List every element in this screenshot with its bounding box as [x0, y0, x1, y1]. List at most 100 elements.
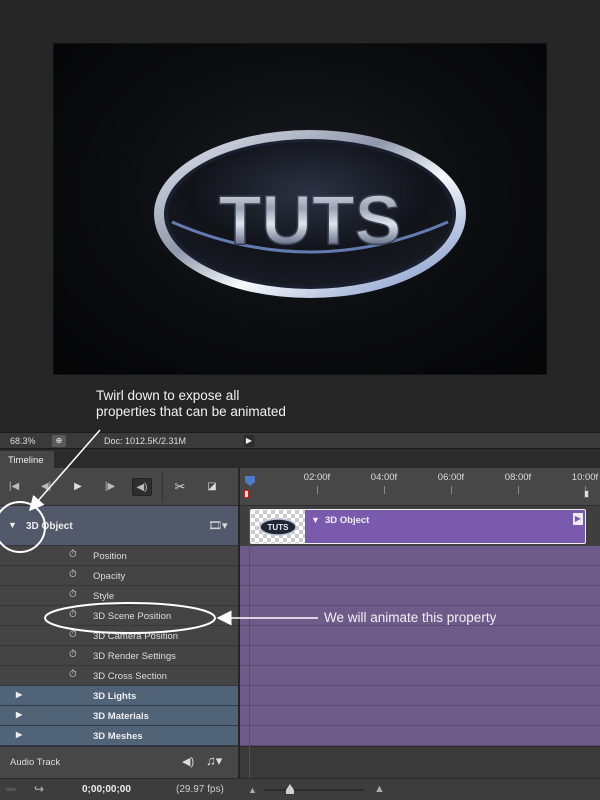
- group-rows: ▶ 3D Lights ▶ 3D Materials ▶ 3D Meshes: [0, 686, 238, 746]
- property-track-row[interactable]: [240, 626, 600, 646]
- zoom-out-icon[interactable]: ▲: [248, 785, 257, 795]
- current-timecode[interactable]: 0;00;00;00: [82, 784, 131, 795]
- status-bar: 68.3% ⊕ Doc: 1012.5K/2.31M ▶: [0, 432, 600, 448]
- group-row[interactable]: ▶ 3D Lights: [0, 686, 238, 706]
- stopwatch-icon[interactable]: ⏱: [69, 589, 77, 600]
- music-note-icon[interactable]: ♫▾: [206, 753, 222, 769]
- play-icon[interactable]: ▶: [68, 478, 88, 496]
- audio-icon[interactable]: ◀): [132, 478, 152, 496]
- stopwatch-icon[interactable]: ⏱: [69, 649, 77, 660]
- time-ruler[interactable]: 02:00f 04:00f 06:00f 08:00f 10:00f: [240, 468, 600, 506]
- document-canvas[interactable]: TUTS: [54, 44, 546, 374]
- property-row[interactable]: ⏱ Style: [0, 586, 238, 606]
- property-row[interactable]: ⏱ 3D Scene Position: [0, 606, 238, 626]
- property-row[interactable]: ⏱ Position: [0, 546, 238, 566]
- twirl-annotation: Twirl down to expose all properties that…: [96, 388, 286, 420]
- animate-annotation: We will animate this property: [324, 610, 497, 625]
- work-area-start-handle[interactable]: [244, 490, 249, 498]
- property-row[interactable]: ⏱ 3D Camera Position: [0, 626, 238, 646]
- group-label: 3D Lights: [93, 691, 137, 702]
- twirl-annotation-line2: properties that can be animated: [96, 404, 286, 419]
- zoom-level[interactable]: 68.3%: [0, 436, 42, 446]
- zoom-slider-track[interactable]: [264, 789, 364, 791]
- property-track-row[interactable]: [240, 586, 600, 606]
- layer-rows: ▼ 3D Object 🎞▾ ⏱ Position ⏱ Opacity ⏱ Style ⏱ 3…: [0, 506, 238, 778]
- render-icon[interactable]: ↪: [34, 782, 44, 796]
- timeline-panel-header: Timeline: [0, 448, 600, 469]
- property-label: 3D Scene Position: [93, 611, 172, 622]
- playhead-icon[interactable]: [245, 476, 255, 486]
- twirl-right-icon[interactable]: ▶: [16, 690, 22, 699]
- property-track-row[interactable]: [240, 566, 600, 586]
- previous-frame-icon[interactable]: ◀|: [36, 478, 56, 496]
- property-track-row[interactable]: [240, 706, 600, 726]
- property-rows: ⏱ Position ⏱ Opacity ⏱ Style ⏱ 3D Scene Positio…: [0, 546, 238, 686]
- stopwatch-icon[interactable]: ⏱: [69, 629, 77, 640]
- property-row[interactable]: ⏱ 3D Cross Section: [0, 666, 238, 686]
- property-label: Opacity: [93, 571, 126, 582]
- group-row[interactable]: ▶ 3D Materials: [0, 706, 238, 726]
- track-rows: TUTS ▼ 3D Object ▶: [240, 506, 600, 778]
- scissors-icon[interactable]: ✂: [170, 478, 190, 496]
- property-label: 3D Render Settings: [93, 651, 176, 662]
- ruler-tick: [384, 486, 385, 494]
- tab-timeline[interactable]: Timeline: [0, 451, 54, 469]
- twirl-right-icon[interactable]: ▶: [16, 710, 22, 719]
- zoom-slider-thumb[interactable]: [286, 784, 294, 794]
- ruler-tick: [518, 486, 519, 494]
- stopwatch-icon[interactable]: ⏱: [69, 669, 77, 680]
- property-label: 3D Cross Section: [93, 671, 167, 682]
- video-clip[interactable]: TUTS ▼ 3D Object ▶: [250, 509, 586, 544]
- twirl-right-icon[interactable]: ▶: [16, 730, 22, 739]
- ruler-tick-label: 02:00f: [303, 472, 331, 483]
- timeline-layers-pane: |◀ ◀| ▶ |▶ ◀) ✂ ◪ ▼ 3D Object 🎞▾ ⏱ Positi…: [0, 468, 238, 778]
- zoom-in-icon[interactable]: ▲: [374, 783, 385, 795]
- track-3d-object: TUTS ▼ 3D Object ▶: [240, 506, 600, 546]
- thumb-logo-text: TUTS: [268, 523, 290, 532]
- property-label: Position: [93, 551, 127, 562]
- zoom-preview-icon[interactable]: ⊕: [52, 434, 66, 447]
- property-track-rows: [240, 546, 600, 746]
- group-label: 3D Meshes: [93, 731, 143, 742]
- audio-track-lane[interactable]: [240, 746, 600, 778]
- stopwatch-icon[interactable]: ⏱: [69, 549, 77, 560]
- property-row[interactable]: ⏱ 3D Render Settings: [0, 646, 238, 666]
- property-track-row[interactable]: [240, 646, 600, 666]
- clip-thumbnail: TUTS: [251, 510, 305, 543]
- property-track-row[interactable]: [240, 546, 600, 566]
- property-label: Style: [93, 591, 115, 602]
- twirl-annotation-line1: Twirl down to expose all: [96, 388, 240, 403]
- frame-rate: (29.97 fps): [176, 784, 224, 795]
- property-label: 3D Camera Position: [93, 631, 179, 642]
- twirl-down-icon[interactable]: ▼: [8, 520, 17, 530]
- ruler-tick-label: 04:00f: [370, 472, 398, 483]
- stopwatch-icon[interactable]: ⏱: [69, 609, 77, 620]
- convert-frame-animation-icon[interactable]: ▫▫▫: [6, 784, 16, 794]
- ruler-tick-label: 08:00f: [504, 472, 532, 483]
- layer-row-3d-object[interactable]: ▼ 3D Object 🎞▾: [0, 506, 238, 546]
- property-row[interactable]: ⏱ Opacity: [0, 566, 238, 586]
- playhead-line: [249, 506, 250, 778]
- property-track-row[interactable]: [240, 666, 600, 686]
- property-track-row[interactable]: [240, 726, 600, 746]
- ruler-tick: [451, 486, 452, 494]
- transition-icon[interactable]: ◪: [202, 478, 222, 496]
- status-menu-arrow-icon[interactable]: ▶: [244, 434, 254, 447]
- logo-text: TUTS: [219, 181, 402, 259]
- property-track-row[interactable]: [240, 686, 600, 706]
- go-to-first-frame-icon[interactable]: |◀: [4, 478, 24, 496]
- document-area: TUTS Twirl down to expose all properties…: [0, 0, 600, 432]
- controls-divider: [162, 472, 163, 502]
- audio-mute-icon[interactable]: ◀): [182, 755, 194, 768]
- film-strip-icon[interactable]: 🎞▾: [208, 519, 228, 532]
- stopwatch-icon[interactable]: ⏱: [69, 569, 77, 580]
- next-frame-icon[interactable]: |▶: [100, 478, 120, 496]
- clip-twirl-icon[interactable]: ▼: [311, 515, 320, 525]
- clip-name: 3D Object: [325, 515, 370, 526]
- clip-menu-icon[interactable]: ▶: [573, 513, 583, 525]
- timeline-bottom-bar: ▫▫▫ ↪ 0;00;00;00 (29.97 fps) ▲ ▲: [0, 778, 600, 800]
- work-area-end-handle[interactable]: [584, 490, 589, 498]
- group-row[interactable]: ▶ 3D Meshes: [0, 726, 238, 746]
- document-info: Doc: 1012.5K/2.31M: [104, 435, 187, 446]
- ruler-tick: [317, 486, 318, 494]
